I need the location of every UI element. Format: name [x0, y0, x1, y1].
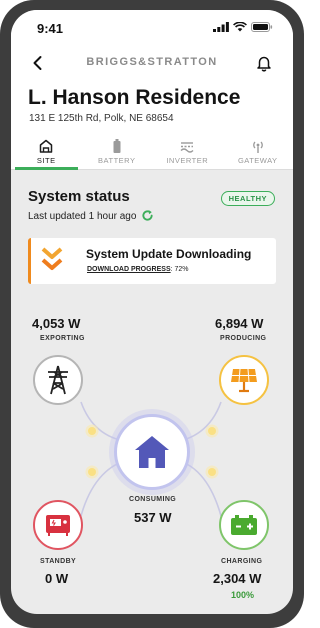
generator-icon [46, 515, 70, 536]
transmission-tower-icon [48, 365, 68, 395]
home-icon [135, 436, 169, 468]
grid-state-label: EXPORTING [40, 335, 85, 342]
solar-panel-icon [231, 368, 257, 393]
generator-node[interactable] [33, 500, 83, 550]
solar-node[interactable] [219, 355, 269, 405]
battery-state-label: CHARGING [221, 558, 263, 565]
battery-charge-percent: 100% [231, 590, 255, 600]
grid-node[interactable] [33, 355, 83, 405]
battery-charging-icon [231, 515, 257, 535]
phone-frame: 9:41 BRIGGS&STRATTON L. Hanson Residence… [0, 0, 304, 628]
home-node[interactable] [114, 414, 190, 490]
home-state-label: CONSUMING [129, 496, 177, 503]
solar-power-value: 6,894 W [215, 316, 264, 331]
generator-power-value: 0 W [45, 571, 69, 586]
grid-power-value: 4,053 W [32, 316, 81, 331]
battery-node[interactable] [219, 500, 269, 550]
generator-state-label: STANDBY [40, 558, 77, 565]
home-power-value: 537 W [134, 510, 172, 525]
battery-power-value: 2,304 W [213, 571, 262, 586]
app-screen: 9:41 BRIGGS&STRATTON L. Hanson Residence… [11, 10, 293, 614]
solar-state-label: PRODUCING [220, 335, 267, 342]
